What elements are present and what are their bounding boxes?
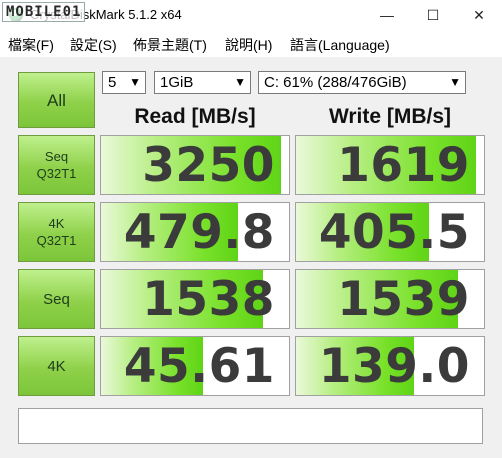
close-button[interactable]: ✕ (456, 0, 502, 31)
comment-input[interactable] (18, 408, 483, 444)
runs-select[interactable]: 5 ▼ (102, 71, 146, 94)
menu-theme[interactable]: 佈景主題(T) (133, 35, 207, 55)
test-label-line1: Seq (44, 149, 69, 164)
test-button-4k[interactable]: 4K (18, 336, 95, 396)
test-label-line2: Q32T1 (36, 166, 77, 181)
chevron-down-icon: ▼ (234, 75, 246, 89)
test-label-line2: Q32T1 (36, 233, 77, 248)
test-button-4k-q32t1[interactable]: 4K Q32T1 (18, 202, 95, 262)
read-value: 479.8 (123, 205, 275, 260)
run-all-label: All (47, 90, 66, 110)
read-value: 45.61 (123, 339, 275, 394)
main-panel: All 5 ▼ 1GiB ▼ C: 61% (288/476GiB) ▼ Rea… (0, 58, 502, 458)
menu-file[interactable]: 檔案(F) (8, 35, 54, 55)
read-value: 3250 (142, 138, 275, 193)
read-header: Read [MB/s] (134, 105, 256, 128)
runs-value: 5 (108, 74, 117, 91)
read-result-cell: 45.61 (100, 336, 290, 396)
run-all-button[interactable]: All (18, 72, 95, 128)
size-value: 1GiB (160, 74, 194, 91)
write-result-cell: 139.0 (295, 336, 485, 396)
size-select[interactable]: 1GiB ▼ (154, 71, 251, 94)
title-bar: CrystalDiskMark 5.1.2 x64 MOBILE01 — ☐ ✕ (0, 0, 502, 31)
read-result-cell: 479.8 (100, 202, 290, 262)
write-value: 139.0 (318, 339, 470, 394)
read-result-cell: 1538 (100, 269, 290, 329)
write-value: 405.5 (318, 205, 470, 260)
write-result-cell: 1619 (295, 135, 485, 195)
write-value: 1619 (337, 138, 470, 193)
maximize-button[interactable]: ☐ (410, 0, 456, 31)
menu-help[interactable]: 說明(H) (225, 35, 272, 55)
write-result-cell: 1539 (295, 269, 485, 329)
drive-value: C: 61% (288/476GiB) (264, 74, 407, 91)
write-header: Write [MB/s] (328, 105, 452, 128)
test-button-seq[interactable]: Seq (18, 269, 95, 329)
read-result-cell: 3250 (100, 135, 290, 195)
menu-language[interactable]: 語言(Language) (290, 35, 390, 55)
watermark: MOBILE01 (2, 2, 86, 22)
chevron-down-icon: ▼ (449, 75, 461, 89)
menu-bar: 檔案(F) 設定(S) 佈景主題(T) 說明(H) 語言(Language) (0, 31, 502, 58)
test-label-line1: 4K (48, 216, 65, 231)
write-value: 1539 (337, 272, 470, 327)
chevron-down-icon: ▼ (129, 75, 141, 89)
read-value: 1538 (142, 272, 275, 327)
test-button-seq-q32t1[interactable]: Seq Q32T1 (18, 135, 95, 195)
write-result-cell: 405.5 (295, 202, 485, 262)
test-label-line1: 4K (47, 357, 66, 375)
drive-select[interactable]: C: 61% (288/476GiB) ▼ (258, 71, 466, 94)
menu-settings[interactable]: 設定(S) (70, 35, 117, 55)
minimize-button[interactable]: — (364, 0, 410, 31)
test-label-line1: Seq (43, 290, 70, 308)
